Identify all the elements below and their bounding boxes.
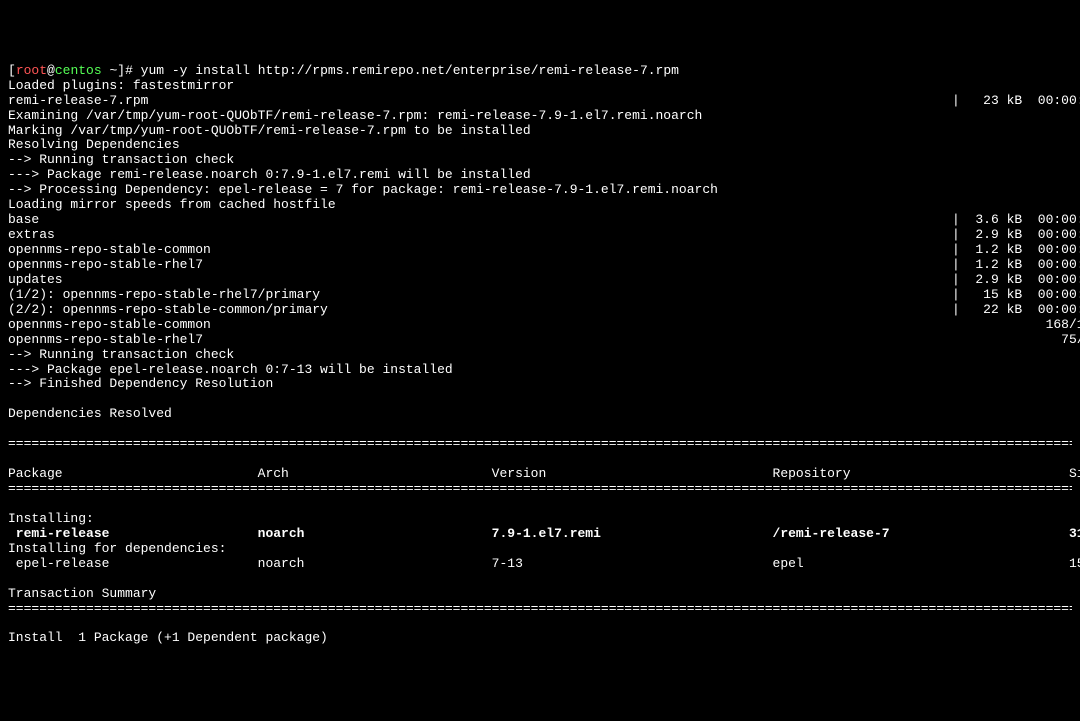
output-line: remi-release-7.rpm | 23 kB 00:00:01 <box>8 93 1080 108</box>
command-input[interactable]: yum -y install http://rpms.remirepo.net/… <box>141 63 679 78</box>
output-line: Resolving Dependencies <box>8 137 180 152</box>
prompt-open: [ <box>8 63 16 78</box>
table-section: Installing: <box>8 511 94 526</box>
terminal-output: [root@centos ~]# yum -y install http://r… <box>8 64 1072 647</box>
summary-install: Install 1 Package (+1 Dependent package) <box>8 630 328 645</box>
summary-title: Transaction Summary <box>8 586 156 601</box>
output-line: --> Running transaction check <box>8 152 234 167</box>
output-line: --> Running transaction check <box>8 347 234 362</box>
repo-list: base | 3.6 kB 00:00:00 extras <box>8 212 1080 287</box>
output-line: Loading mirror speeds from cached hostfi… <box>8 197 336 212</box>
prompt-user: root <box>16 63 47 78</box>
primary-downloads: (1/2): opennms-repo-stable-rhel7/primary… <box>8 287 1080 317</box>
output-line: --> Processing Dependency: epel-release … <box>8 182 718 197</box>
output-line: Loaded plugins: fastestmirror <box>8 78 234 93</box>
table-section: Installing for dependencies: <box>8 541 226 556</box>
output-line: --> Finished Dependency Resolution <box>8 376 273 391</box>
table-row: epel-release noarch 7-13 epel 15 k <box>8 556 1080 571</box>
output-line: Dependencies Resolved <box>8 406 172 421</box>
divider-double: ========================================… <box>8 482 1072 497</box>
table-row: remi-release noarch 7.9-1.el7.remi /remi… <box>8 526 1080 541</box>
repo-counts: opennms-repo-stable-common 168/168 openn… <box>8 317 1080 347</box>
prompt-host: centos <box>55 63 102 78</box>
divider-double: ========================================… <box>8 602 1072 617</box>
divider-double: ========================================… <box>8 437 1072 452</box>
output-line: ---> Package epel-release.noarch 0:7-13 … <box>8 362 453 377</box>
output-line: ---> Package remi-release.noarch 0:7.9-1… <box>8 167 531 182</box>
output-line: Marking /var/tmp/yum-root-QUObTF/remi-re… <box>8 123 531 138</box>
output-line: Examining /var/tmp/yum-root-QUObTF/remi-… <box>8 108 702 123</box>
table-header-row: Package Arch Version Repository Size <box>8 466 1080 481</box>
